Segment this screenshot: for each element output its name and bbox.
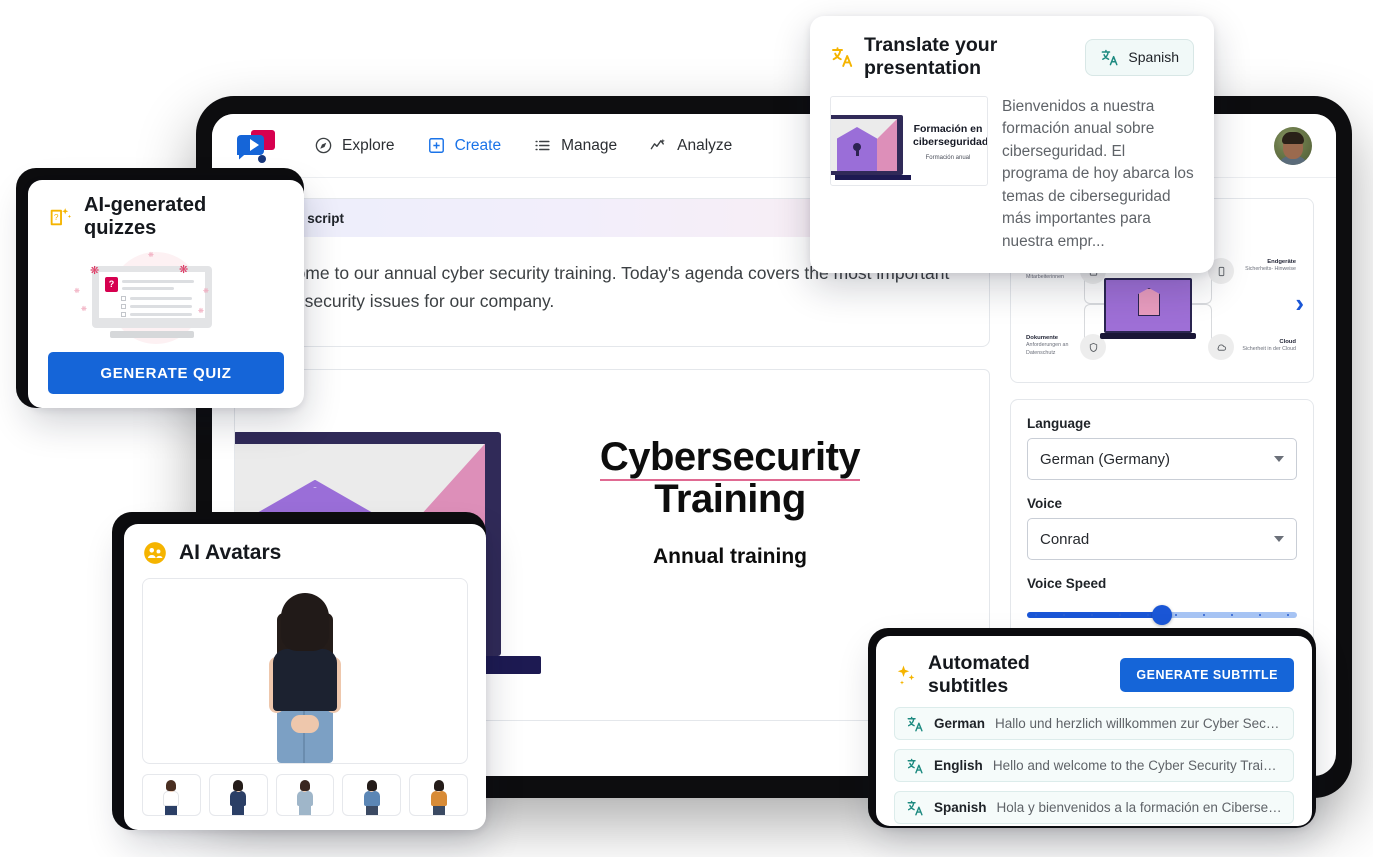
subtitles-card-title: Automated subtitles (928, 652, 1030, 697)
slide-text-block: Cybersecurity Training Annual training (565, 434, 895, 570)
translate-card-title: Translate your presentation (864, 34, 998, 79)
sparkle-decoration: ❋ (90, 265, 100, 277)
compass-icon (314, 136, 333, 155)
subtitle-text-spanish: Hola y bienvenidos a la formación en Cib… (996, 800, 1282, 815)
language-label: Language (1027, 416, 1091, 431)
slide-title-line2: Training (654, 477, 806, 522)
quiz-card-title: AI-generated quizzes (84, 194, 207, 239)
subtitle-row-german[interactable]: German Hallo und herzlich willkommen zur… (894, 707, 1294, 740)
subtitle-row-english[interactable]: English Hello and welcome to the Cyber S… (894, 749, 1294, 782)
generate-subtitle-button[interactable]: GENERATE SUBTITLE (1120, 658, 1294, 692)
sparkle-decoration: ❋ (74, 288, 80, 295)
automated-subtitles-card: Automated subtitles GENERATE SUBTITLE Ge… (876, 636, 1312, 826)
slider-knob[interactable] (1152, 605, 1172, 625)
voice-settings-panel: Language German (Germany) Voice Conrad V… (1010, 399, 1314, 646)
generate-quiz-button[interactable]: GENERATE QUIZ (48, 352, 284, 394)
translate-icon (906, 799, 924, 817)
sparkle-decoration: ❋ (148, 252, 154, 259)
avatar-preview-stage[interactable] (142, 578, 468, 764)
subtitle-language-german: German (934, 716, 986, 731)
translate-language-chip[interactable]: Spanish (1085, 38, 1194, 76)
video-platform-logo[interactable] (234, 129, 280, 163)
language-select[interactable]: German (Germany) (1027, 438, 1297, 480)
chevron-right-icon[interactable]: › (1295, 290, 1304, 316)
chevron-down-icon (1274, 456, 1284, 462)
analytics-icon (649, 136, 668, 155)
sparkle-decoration: ❋ (198, 308, 204, 315)
avatars-card-title: AI Avatars (179, 541, 282, 564)
people-icon (142, 540, 168, 566)
avatars-card-header: AI Avatars (142, 540, 468, 566)
nav-label-analyze: Analyze (677, 136, 733, 154)
slide-subtitle: Annual training (653, 545, 807, 569)
slide-title-line1: Cybersecurity (599, 434, 861, 481)
nav-label-explore: Explore (342, 136, 395, 154)
selected-avatar-figure (263, 591, 347, 763)
voice-select[interactable]: Conrad (1027, 518, 1297, 560)
sparkle-decoration: ❋ (203, 288, 209, 295)
translated-script-text: Bienvenidos a nuestra formación anual so… (1002, 98, 1194, 250)
translate-icon (1100, 48, 1119, 67)
thumbnail-title: Formación en ciberseguridad. (913, 123, 988, 149)
sparkle-icon (894, 663, 918, 687)
sparkle-decoration: ❋ (81, 306, 87, 313)
quiz-question-badge: ? (105, 277, 118, 292)
nav-item-analyze[interactable]: Analyze (649, 136, 732, 155)
thumbnail-subtitle: Formación anual (925, 155, 971, 161)
list-icon (533, 136, 552, 155)
translate-icon (906, 757, 924, 775)
screenshot-root: Explore Create Manage Analyze script Wel… (0, 0, 1373, 857)
quiz-sparkle-icon: ? (48, 205, 73, 230)
language-value: German (Germany) (1040, 450, 1171, 468)
diagram-laptop (1100, 278, 1196, 340)
nav-item-explore[interactable]: Explore (314, 136, 395, 155)
avatar-option-3[interactable] (275, 774, 335, 816)
translate-card-body: Formación en ciberseguridad. Formación a… (830, 96, 1194, 253)
voice-speed-label: Voice Speed (1027, 576, 1107, 591)
subtitle-row-spanish[interactable]: Spanish Hola y bienvenidos a la formació… (894, 791, 1294, 824)
avatar-option-2[interactable] (208, 774, 268, 816)
voice-value: Conrad (1040, 530, 1090, 548)
cloud-icon (1208, 334, 1234, 360)
user-profile-avatar[interactable] (1274, 126, 1312, 165)
ai-quizzes-card: ? AI-generated quizzes ? ❋ ❋ ❋ ❋ ❋ ❋ ❋ G… (28, 180, 304, 408)
avatar-option-4[interactable] (342, 774, 402, 816)
svg-text:?: ? (54, 212, 59, 222)
translate-card-header: Translate your presentation Spanish (830, 34, 1194, 80)
avatar-option-1[interactable] (142, 774, 201, 816)
quiz-illustration: ? ❋ ❋ ❋ ❋ ❋ ❋ ❋ (48, 248, 284, 346)
avatar-thumbnail-strip (142, 774, 468, 816)
subtitle-text-english: Hello and welcome to the Cyber Security … (992, 758, 1282, 773)
slide-title: Cybersecurity Training (565, 434, 895, 522)
translate-language-label: Spanish (1128, 49, 1179, 65)
plus-square-icon (427, 136, 446, 155)
translate-icon (906, 715, 924, 733)
nav-label-manage: Manage (561, 136, 618, 154)
subtitle-text-german: Hallo und herzlich willkommen zur Cyber … (995, 716, 1282, 731)
avatar-option-5[interactable] (409, 774, 468, 816)
ai-avatars-card: AI Avatars (124, 524, 486, 830)
translate-icon (830, 45, 854, 69)
nav-item-manage[interactable]: Manage (533, 136, 617, 155)
nav-label-create: Create (454, 136, 502, 154)
subtitle-language-spanish: Spanish (934, 800, 987, 815)
subtitles-card-header: Automated subtitles GENERATE SUBTITLE (894, 652, 1294, 698)
voice-speed-slider[interactable] (1027, 605, 1297, 625)
chevron-down-icon (1274, 536, 1284, 542)
diagram-label-dokumente: Dokumente Anforderungen an Datenschutz (1026, 335, 1069, 356)
quiz-card-header: ? AI-generated quizzes (48, 194, 284, 240)
subtitle-language-english: English (934, 758, 983, 773)
voice-label: Voice (1027, 496, 1063, 511)
nav-item-create[interactable]: Create (427, 136, 502, 155)
diagram-label-endgeraete: Endgeräte Sicherheits- Hinweise (1245, 259, 1296, 273)
translated-slide-thumbnail[interactable]: Formación en ciberseguridad. Formación a… (830, 96, 988, 186)
diagram-label-cloud: Cloud Sicherheit in der Cloud (1242, 339, 1296, 353)
sparkle-decoration: ❋ (179, 264, 189, 276)
translate-presentation-card: Translate your presentation Spanish Form… (810, 16, 1214, 274)
